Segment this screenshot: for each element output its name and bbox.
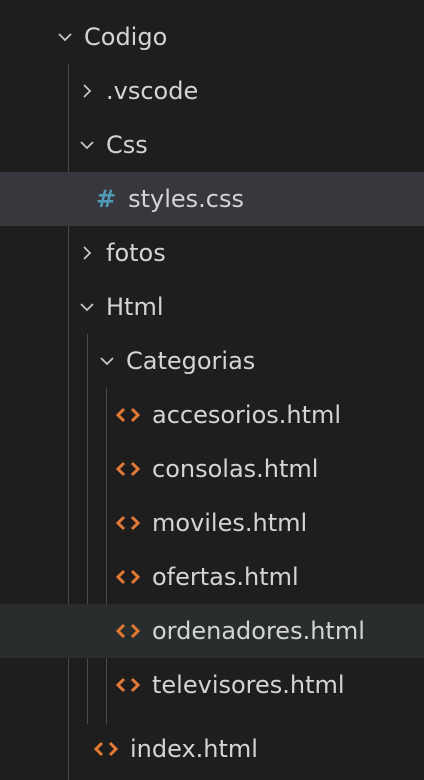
chevron-right-icon <box>78 244 96 262</box>
chevron-down-icon <box>98 352 116 370</box>
chevron-down-icon <box>56 28 74 46</box>
file-ordenadores-html[interactable]: ordenadores.html <box>0 604 424 658</box>
folder-label: Categorias <box>126 347 256 375</box>
html-icon <box>116 568 140 586</box>
folder-label: Html <box>106 293 164 321</box>
file-styles-css[interactable]: # styles.css <box>0 172 424 226</box>
file-accesorios-html[interactable]: accesorios.html <box>0 388 424 442</box>
file-televisores-html[interactable]: televisores.html <box>0 658 424 712</box>
folder-label: Css <box>106 131 148 159</box>
file-ofertas-html[interactable]: ofertas.html <box>0 550 424 604</box>
file-label: ofertas.html <box>152 563 299 591</box>
file-consolas-html[interactable]: consolas.html <box>0 442 424 496</box>
html-icon <box>116 460 140 478</box>
file-index-html[interactable]: index.html <box>0 722 424 776</box>
folder-html[interactable]: Html <box>0 280 424 334</box>
file-moviles-html[interactable]: moviles.html <box>0 496 424 550</box>
html-icon <box>116 622 140 640</box>
folder-codigo[interactable]: Codigo <box>0 10 424 64</box>
file-label: accesorios.html <box>152 401 342 429</box>
chevron-down-icon <box>78 136 96 154</box>
folder-vscode[interactable]: .vscode <box>0 64 424 118</box>
html-icon <box>116 676 140 694</box>
file-label: consolas.html <box>152 455 319 483</box>
folder-label: fotos <box>106 239 166 267</box>
file-label: index.html <box>130 735 258 763</box>
hash-icon: # <box>96 185 117 213</box>
file-label: televisores.html <box>152 671 345 699</box>
folder-label: Codigo <box>84 23 168 51</box>
file-label: ordenadores.html <box>152 617 365 645</box>
html-icon <box>94 740 118 758</box>
folder-css[interactable]: Css <box>0 118 424 172</box>
folder-fotos[interactable]: fotos <box>0 226 424 280</box>
file-label: moviles.html <box>152 509 308 537</box>
chevron-right-icon <box>78 82 96 100</box>
chevron-down-icon <box>78 298 96 316</box>
html-icon <box>116 514 140 532</box>
file-explorer: Codigo .vscode Css # styles.css fotos Ht… <box>0 0 424 780</box>
file-label: styles.css <box>128 185 244 213</box>
folder-categorias[interactable]: Categorias <box>0 334 424 388</box>
html-icon <box>116 406 140 424</box>
folder-label: .vscode <box>106 77 199 105</box>
